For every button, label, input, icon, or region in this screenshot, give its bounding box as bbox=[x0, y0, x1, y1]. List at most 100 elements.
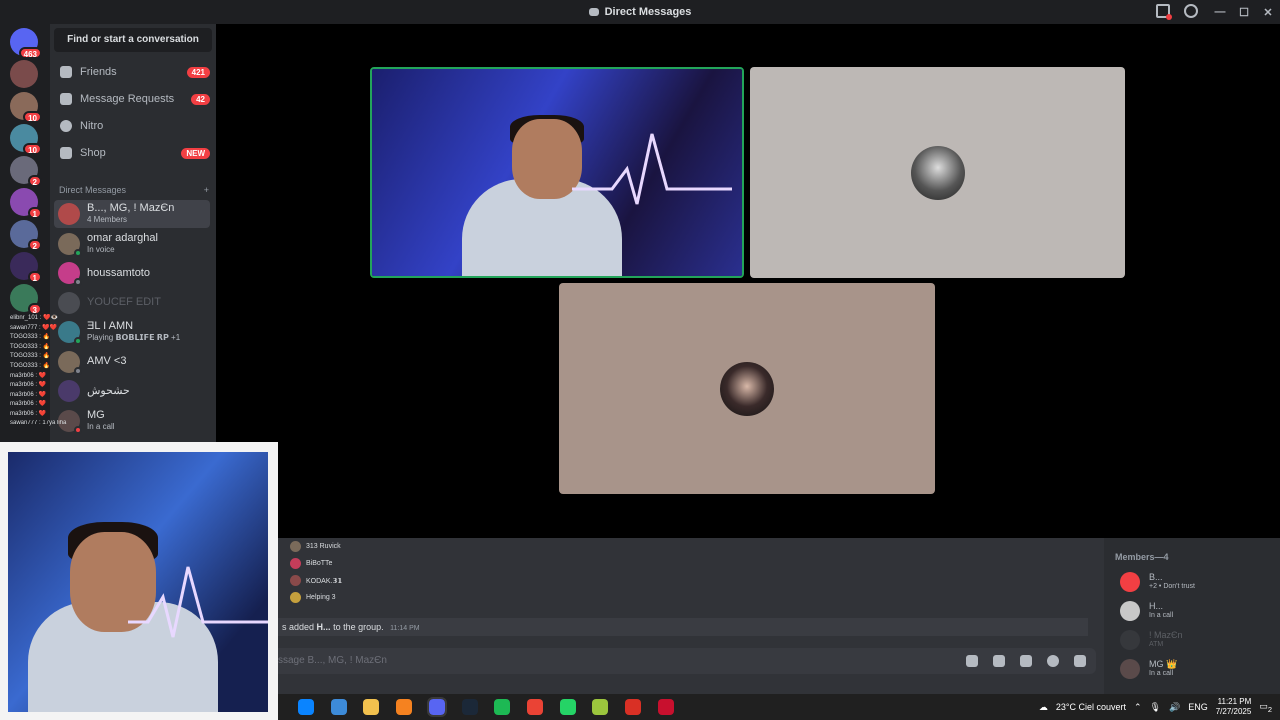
dm-icon bbox=[588, 8, 599, 16]
server-badge: 10 bbox=[23, 111, 42, 123]
dm-name: houssamtoto bbox=[87, 266, 150, 279]
avatar bbox=[290, 541, 301, 552]
taskbar-app-icon[interactable] bbox=[363, 699, 380, 715]
message-composer[interactable]: ssage B..., MG, ! MazЄn bbox=[270, 648, 1096, 674]
speaker-icon[interactable]: 🔊 bbox=[1169, 702, 1180, 713]
server-badge: 2 bbox=[27, 175, 42, 187]
windows-taskbar: ☁ 23°C Ciel couvert ⌃ 🎙 🔊 ENG 11:21 PM 7… bbox=[278, 694, 1280, 720]
member-item[interactable]: B... +2 • Don't trust bbox=[1120, 569, 1195, 595]
title-bar-icons bbox=[1156, 4, 1198, 20]
avatar bbox=[58, 262, 82, 286]
server-icon[interactable]: 1 bbox=[10, 188, 42, 219]
member-text: B... +2 • Don't trust bbox=[1149, 572, 1195, 592]
sys-time: 11:14 PM bbox=[390, 625, 420, 632]
voice-participant[interactable]: KODAK.𝟯𝟭 bbox=[290, 572, 426, 589]
taskbar-app-icon[interactable] bbox=[298, 699, 314, 715]
dm-name: omar adarghal bbox=[87, 231, 158, 244]
dm-text: B..., MG, ! MazЄn 4 Members bbox=[87, 203, 174, 225]
status-indicator bbox=[74, 278, 82, 286]
member-status: ATM bbox=[1149, 641, 1164, 648]
voice-participant[interactable]: Helping 3 bbox=[290, 589, 426, 606]
voice-participant[interactable]: BiBoTTe bbox=[290, 555, 426, 572]
dm-item[interactable]: B..., MG, ! MazЄn 4 Members bbox=[54, 200, 210, 228]
nav-label: Message Requests bbox=[80, 93, 175, 105]
nav-shop[interactable]: Shop NEW bbox=[54, 141, 210, 165]
member-name: ! MazЄn bbox=[1149, 630, 1183, 640]
taskbar-app-icon[interactable] bbox=[592, 699, 609, 715]
server-icon[interactable]: 1 bbox=[10, 252, 42, 283]
member-item[interactable]: ! MazЄn ATM bbox=[1120, 627, 1182, 653]
help-icon[interactable] bbox=[1184, 4, 1198, 18]
minimize-icon[interactable]: — bbox=[1208, 6, 1232, 18]
friends-badge: 421 bbox=[186, 66, 210, 78]
nav-nitro[interactable]: Nitro bbox=[54, 114, 210, 138]
sys-prefix: s added bbox=[282, 622, 315, 632]
gif-icon[interactable] bbox=[993, 655, 1005, 667]
taskbar-app-icon[interactable] bbox=[330, 699, 347, 715]
member-item[interactable]: MG 👑 In a call bbox=[1120, 656, 1177, 682]
server-badge: 2 bbox=[27, 239, 42, 251]
server-icon[interactable]: 2 bbox=[10, 156, 42, 187]
neon-heartbeat-light bbox=[572, 133, 732, 205]
overlay-chat-line: ma3rb06 : ❤️ bbox=[10, 410, 47, 417]
find-conversation-button[interactable]: Find or start a conversation bbox=[54, 28, 212, 52]
envelope-icon bbox=[60, 93, 72, 105]
composer-placeholder: ssage B..., MG, ! MazЄn bbox=[278, 655, 387, 666]
gift-icon[interactable] bbox=[966, 655, 978, 667]
taskbar-app-icon[interactable] bbox=[461, 699, 478, 715]
emoji-icon[interactable] bbox=[1047, 655, 1059, 667]
chevron-up-icon[interactable]: ⌃ bbox=[1134, 702, 1142, 713]
webcam-overlay bbox=[0, 442, 278, 720]
server-badge: 1 bbox=[27, 271, 42, 283]
maximize-icon[interactable]: ☐ bbox=[1232, 6, 1256, 19]
dm-item[interactable]: YOUCEF EDIT bbox=[54, 289, 210, 317]
participant-name: BiBoTTe bbox=[306, 560, 333, 567]
participant-avatar bbox=[720, 361, 774, 416]
video-tile-self[interactable] bbox=[370, 67, 744, 278]
clock[interactable]: 11:21 PM 7/27/2025 bbox=[1216, 697, 1252, 717]
apps-icon[interactable] bbox=[1074, 655, 1086, 667]
dm-item[interactable]: houssamtoto bbox=[54, 259, 210, 287]
taskbar-app-icon[interactable] bbox=[396, 699, 413, 715]
home-button[interactable]: 463 bbox=[10, 28, 42, 59]
taskbar-app-icon[interactable] bbox=[494, 699, 511, 715]
notification-count: 2 bbox=[1267, 704, 1272, 714]
inbox-icon[interactable] bbox=[1156, 4, 1172, 20]
language-indicator[interactable]: ENG bbox=[1188, 702, 1208, 712]
taskbar-app-icon[interactable] bbox=[426, 697, 447, 717]
add-dm-button[interactable]: + bbox=[204, 185, 209, 195]
server-icon[interactable]: 10 bbox=[10, 124, 42, 155]
system-tray: ☁ 23°C Ciel couvert ⌃ 🎙 🔊 ENG 11:21 PM 7… bbox=[1039, 694, 1272, 720]
shop-icon bbox=[60, 147, 72, 159]
clock-time: 11:21 PM bbox=[1217, 697, 1252, 706]
server-icon[interactable]: 10 bbox=[10, 92, 42, 123]
voice-participant[interactable]: 313 Ruvick bbox=[290, 538, 426, 555]
dm-name: B..., MG, ! MazЄn bbox=[87, 202, 175, 214]
server-icon[interactable]: 3 bbox=[10, 284, 42, 315]
dm-item[interactable]: omar adarghal In voice bbox=[54, 230, 210, 258]
participant-tile-3[interactable] bbox=[559, 283, 935, 494]
server-badge: 10 bbox=[23, 143, 42, 155]
taskbar-app-icon[interactable] bbox=[559, 699, 576, 715]
sys-target[interactable]: H... bbox=[317, 622, 331, 632]
voice-participants: 313 Ruvick BiBoTTe KODAK.𝟯𝟭 Helping 3 bbox=[290, 538, 426, 606]
server-icon[interactable]: 2 bbox=[10, 220, 42, 251]
taskbar-app-icon[interactable] bbox=[625, 699, 641, 715]
overlay-chat-line: TOGO333 : 🔥 bbox=[10, 362, 51, 369]
member-item[interactable]: H... In a call bbox=[1120, 598, 1173, 624]
nav-message-requests[interactable]: Message Requests 42 bbox=[54, 87, 210, 111]
taskbar-app-icon[interactable] bbox=[657, 699, 674, 715]
weather-text[interactable]: 23°C Ciel couvert bbox=[1056, 702, 1126, 712]
sticker-icon[interactable] bbox=[1020, 655, 1032, 667]
overlay-chat-line: TOGO333 : 🔥 bbox=[10, 334, 51, 341]
server-icon[interactable] bbox=[10, 60, 38, 88]
weather-icon[interactable]: ☁ bbox=[1039, 702, 1048, 713]
nav-friends[interactable]: Friends 421 bbox=[54, 60, 210, 84]
participant-tile-2[interactable] bbox=[750, 67, 1125, 278]
notification-icon[interactable]: ▭2 bbox=[1259, 701, 1272, 714]
close-icon[interactable]: ✕ bbox=[1256, 6, 1280, 19]
nav-label: Shop bbox=[80, 147, 106, 159]
webcam-feed bbox=[8, 452, 268, 712]
taskbar-app-icon[interactable] bbox=[526, 699, 543, 715]
mic-icon[interactable]: 🎙 bbox=[1150, 702, 1161, 713]
